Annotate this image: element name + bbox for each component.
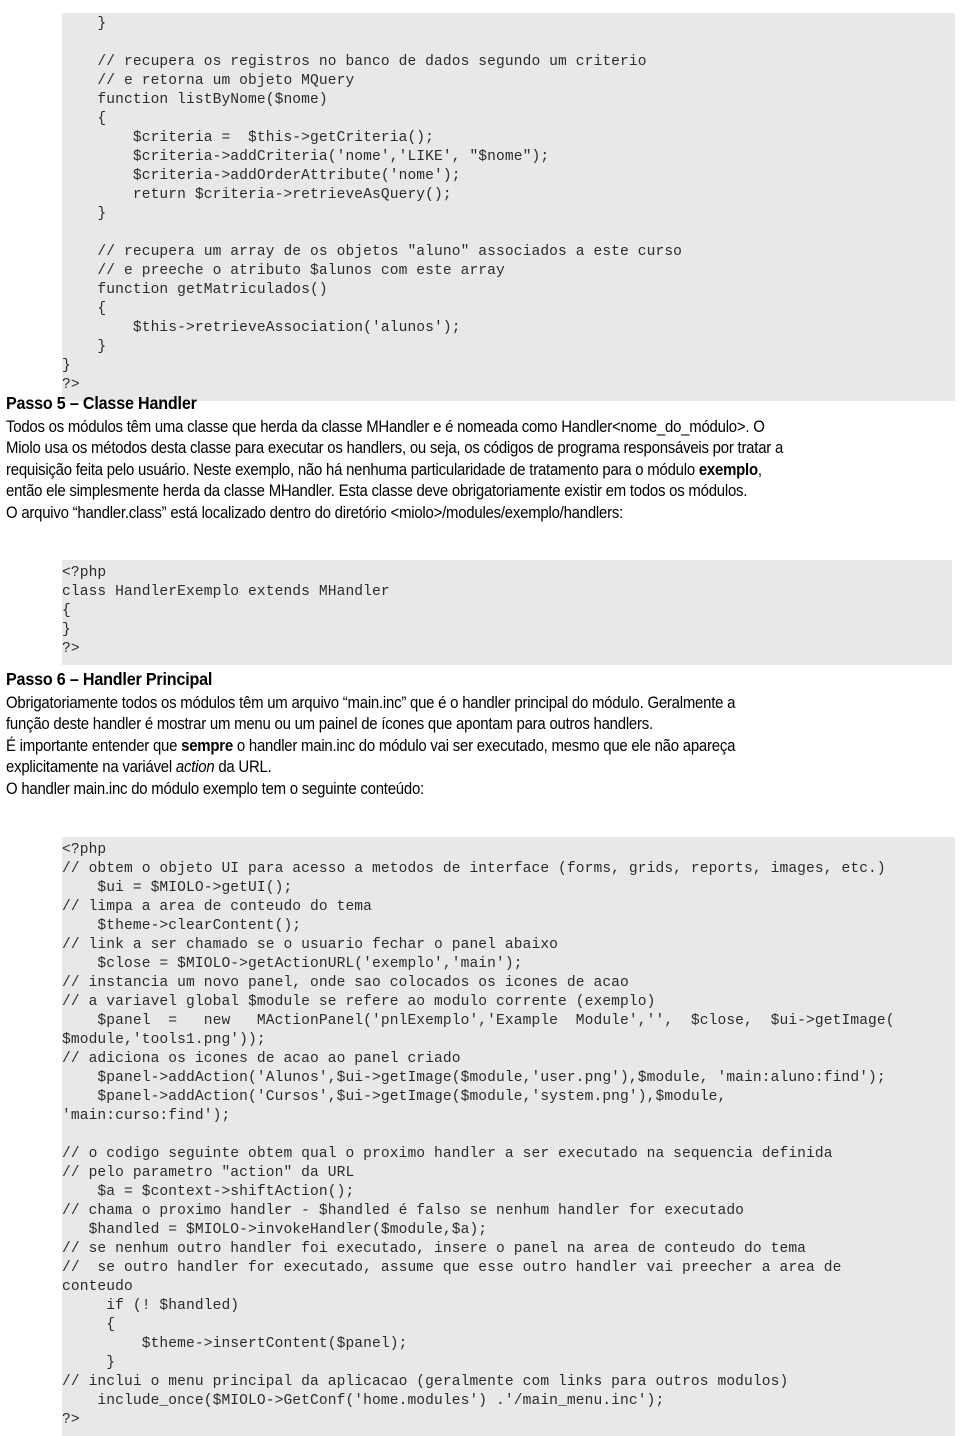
code-line: // a variavel global $module se refere a… (62, 993, 656, 1010)
code-line: // se outro handler for executado, assum… (62, 1259, 842, 1276)
bold-term-sempre: sempre (181, 735, 233, 755)
paragraph-passo-5: Todos os módulos têm uma classe que herd… (6, 416, 953, 523)
paragraph-line: Obrigatoriamente todos os módulos têm um… (6, 693, 736, 712)
paragraph-line: então ele simplesmente herda da classe M… (6, 481, 748, 501)
paragraph-line: Todos os módulos têm uma classe que herd… (6, 417, 765, 436)
paragraph-line: requisição feita pelo usuário. Neste exe… (6, 459, 762, 479)
section-passo-5: Passo 5 – Classe Handler Todos os módulo… (6, 392, 954, 523)
code-block-curso-class: } // recupera os registros no banco de d… (62, 12, 955, 401)
heading-passo-5: Passo 5 – Classe Handler (6, 393, 197, 413)
code-line: $theme->clearContent(); (62, 917, 302, 934)
code-line: // inclui o menu principal da aplicacao … (62, 1373, 789, 1390)
code-line: } (62, 1354, 116, 1371)
code-line: conteudo (62, 1278, 133, 1295)
code-line: $panel->addAction('Cursos',$ui->getImage… (62, 1088, 727, 1105)
italic-term-action: action (175, 757, 215, 777)
paragraph-line: função deste handler é mostrar um menu o… (6, 714, 653, 734)
code-line: // recupera um array de os objetos "alun… (62, 243, 683, 260)
code-line: { (62, 602, 71, 619)
code-line: } (62, 357, 71, 374)
code-line: } (62, 205, 107, 222)
code-line: // e retorna um objeto MQuery (62, 72, 355, 89)
code-content-1: } // recupera os registros no banco de d… (62, 15, 955, 395)
paragraph-passo-6: Obrigatoriamente todos os módulos têm um… (6, 692, 953, 799)
code-line: // o codigo seguinte obtem qual o proxim… (62, 1145, 833, 1162)
code-line: $this->retrieveAssociation('alunos'); (62, 319, 461, 336)
code-line: // limpa a area de conteudo do tema (62, 898, 373, 915)
code-line: $criteria->addOrderAttribute('nome'); (62, 167, 461, 184)
code-line: } (62, 621, 71, 638)
paragraph-line: O arquivo “handler.class” está localizad… (6, 502, 624, 522)
code-block-main-inc: <?php // obtem o objeto UI para acesso a … (62, 836, 955, 1436)
code-line: // e preeche o atributo $alunos com este… (62, 262, 505, 279)
code-line: // link a ser chamado se o usuario fecha… (62, 936, 559, 953)
document-page: } // recupera os registros no banco de d… (0, 0, 960, 1436)
paragraph-line: Miolo usa os métodos desta classe para e… (6, 438, 784, 458)
code-line: class HandlerExemplo extends MHandler (62, 583, 390, 600)
code-line: function listByNome($nome) (62, 91, 328, 108)
code-line: $panel->addAction('Alunos',$ui->getImage… (62, 1069, 886, 1086)
paragraph-line: É importante entender que sempre o handl… (6, 735, 736, 755)
code-line: if (! $handled) (62, 1297, 240, 1314)
code-line: $handled = $MIOLO->invokeHandler($module… (62, 1221, 488, 1238)
code-line: // pelo parametro "action" da URL (62, 1164, 355, 1181)
code-line: $criteria->addCriteria('nome','LIKE', "$… (62, 148, 550, 165)
code-line: // obtem o objeto UI para acesso a metod… (62, 860, 886, 877)
code-block-handler-class: <?php class HandlerExemplo extends MHandl… (62, 559, 952, 665)
code-line: $theme->insertContent($panel); (62, 1335, 408, 1352)
code-line: // se nenhum outro handler foi executado… (62, 1240, 807, 1257)
code-line: ?> (62, 1411, 80, 1428)
code-line: 'main:curso:find'); (62, 1107, 231, 1124)
code-line: $ui = $MIOLO->getUI(); (62, 879, 293, 896)
heading-passo-6: Passo 6 – Handler Principal (6, 669, 213, 689)
code-line: $module,'tools1.png')); (62, 1031, 266, 1048)
paragraph-line: O handler main.inc do módulo exemplo tem… (6, 778, 424, 798)
section-passo-6: Passo 6 – Handler Principal Obrigatoriam… (6, 668, 954, 799)
code-line: // recupera os registros no banco de dad… (62, 53, 647, 70)
code-line: } (62, 15, 107, 32)
code-line: $a = $context->shiftAction(); (62, 1183, 355, 1200)
code-line: return $criteria->retrieveAsQuery(); (62, 186, 452, 203)
bold-term-exemplo: exemplo (698, 459, 758, 479)
code-line: // chama o proximo handler - $handled é … (62, 1202, 745, 1219)
code-line: { (62, 300, 107, 317)
code-content-2: <?php class HandlerExemplo extends MHandl… (62, 564, 952, 659)
code-line: <?php (62, 841, 107, 858)
code-line: include_once($MIOLO->GetConf('home.modul… (62, 1392, 665, 1409)
paragraph-line: explicitamente na variável action da URL… (6, 757, 272, 777)
code-line: <?php (62, 564, 107, 581)
code-content-3: <?php // obtem o objeto UI para acesso a … (62, 841, 955, 1430)
code-line: // instancia um novo panel, onde sao col… (62, 974, 629, 991)
code-line: $panel = new MActionPanel('pnlExemplo','… (62, 1012, 895, 1029)
code-line: { (62, 1316, 116, 1333)
code-line: $close = $MIOLO->getActionURL('exemplo',… (62, 955, 523, 972)
code-line: ?> (62, 640, 80, 657)
code-line: $criteria = $this->getCriteria(); (62, 129, 435, 146)
code-line: // adiciona os icones de acao ao panel c… (62, 1050, 461, 1067)
code-line: function getMatriculados() (62, 281, 328, 298)
code-line: { (62, 110, 107, 127)
code-line: } (62, 338, 107, 355)
